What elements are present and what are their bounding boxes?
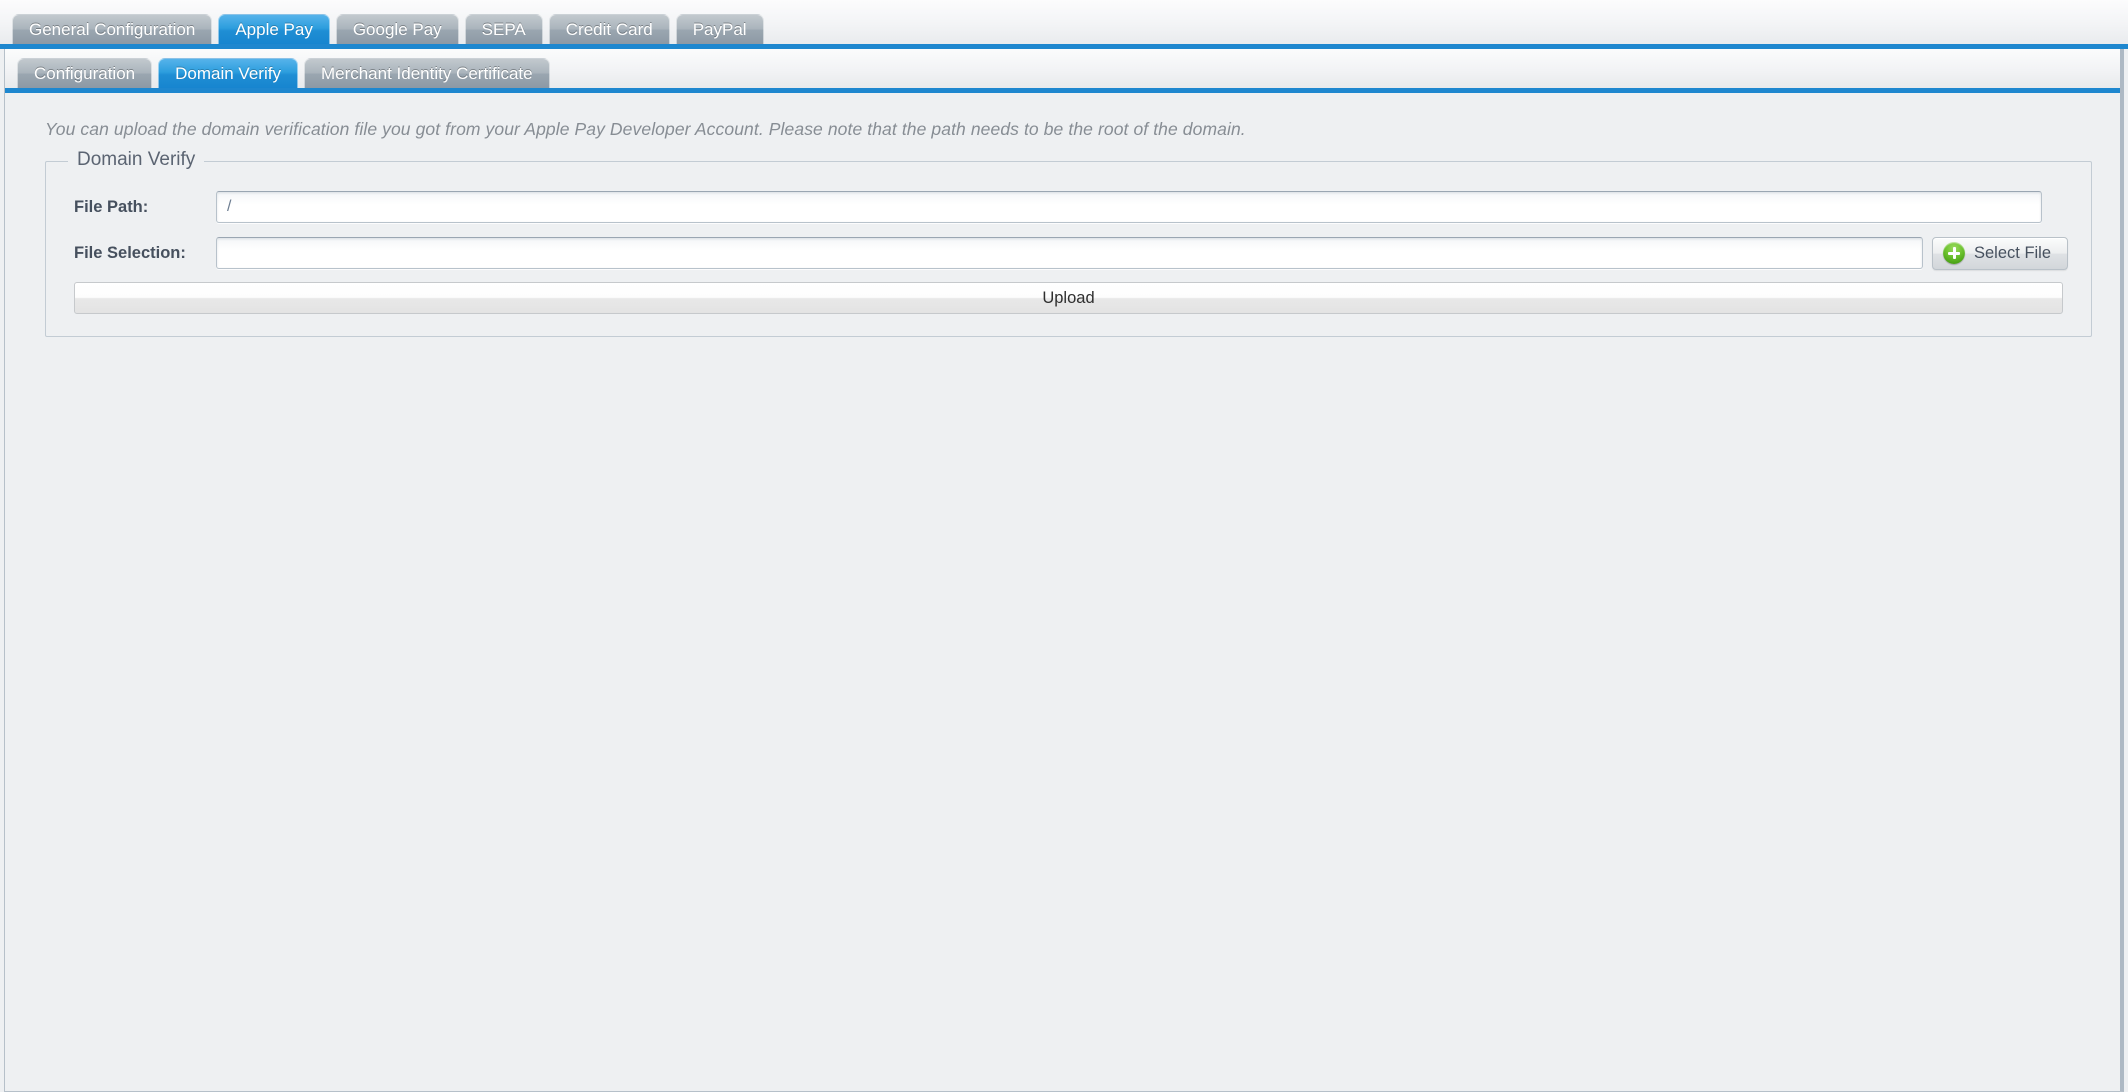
secondary-tab-list: Configuration Domain Verify Merchant Ide… xyxy=(17,58,550,88)
secondary-tabstrip: Configuration Domain Verify Merchant Ide… xyxy=(5,49,2120,93)
tab-label: Domain Verify xyxy=(175,64,281,83)
app-page: General Configuration Apple Pay Google P… xyxy=(0,0,2128,1092)
fieldset-legend: Domain Verify xyxy=(68,149,205,171)
select-file-button[interactable]: Select File xyxy=(1932,236,2069,270)
file-path-label: File Path: xyxy=(74,197,149,216)
file-selection-row: File Selection: Select File xyxy=(46,236,2091,270)
domain-verify-content: You can upload the domain verification f… xyxy=(5,93,2120,1091)
tab-label: Credit Card xyxy=(565,20,653,39)
file-selection-label: File Selection: xyxy=(74,243,186,262)
tab-label: General Configuration xyxy=(29,20,196,39)
tab-domain-verify[interactable]: Domain Verify xyxy=(158,58,298,88)
primary-tabstrip: General Configuration Apple Pay Google P… xyxy=(0,0,2128,49)
tab-label: Google Pay xyxy=(352,20,442,39)
tab-credit-card[interactable]: Credit Card xyxy=(548,14,670,44)
file-path-input[interactable] xyxy=(216,191,2042,223)
tab-merchant-identity-certificate[interactable]: Merchant Identity Certificate xyxy=(303,58,550,88)
file-path-row: File Path: xyxy=(46,190,2091,224)
tab-sepa[interactable]: SEPA xyxy=(464,14,543,44)
tab-paypal[interactable]: PayPal xyxy=(675,14,764,44)
tab-label: PayPal xyxy=(692,20,747,39)
form-rows: File Path: File Selection: Select File U… xyxy=(46,162,2091,314)
tab-label: Configuration xyxy=(34,64,136,83)
file-selection-input[interactable] xyxy=(216,237,1923,269)
tab-apple-pay[interactable]: Apple Pay xyxy=(218,14,330,44)
tab-configuration[interactable]: Configuration xyxy=(17,58,153,88)
select-file-button-label: Select File xyxy=(1974,243,2052,262)
tab-label: Apple Pay xyxy=(235,20,313,39)
apple-pay-panel: Configuration Domain Verify Merchant Ide… xyxy=(4,49,2124,1092)
tab-google-pay[interactable]: Google Pay xyxy=(335,14,459,44)
primary-tab-list: General Configuration Apple Pay Google P… xyxy=(12,14,764,44)
upload-button[interactable]: Upload xyxy=(74,282,2063,314)
tab-label: SEPA xyxy=(481,20,526,39)
domain-verify-fieldset: Domain Verify File Path: File Selection:… xyxy=(45,149,2092,337)
intro-text: You can upload the domain verification f… xyxy=(45,119,1246,139)
green-plus-icon xyxy=(1943,242,1965,264)
tab-label: Merchant Identity Certificate xyxy=(320,64,533,83)
upload-row: Upload xyxy=(46,282,2091,314)
tab-general-configuration[interactable]: General Configuration xyxy=(12,14,213,44)
